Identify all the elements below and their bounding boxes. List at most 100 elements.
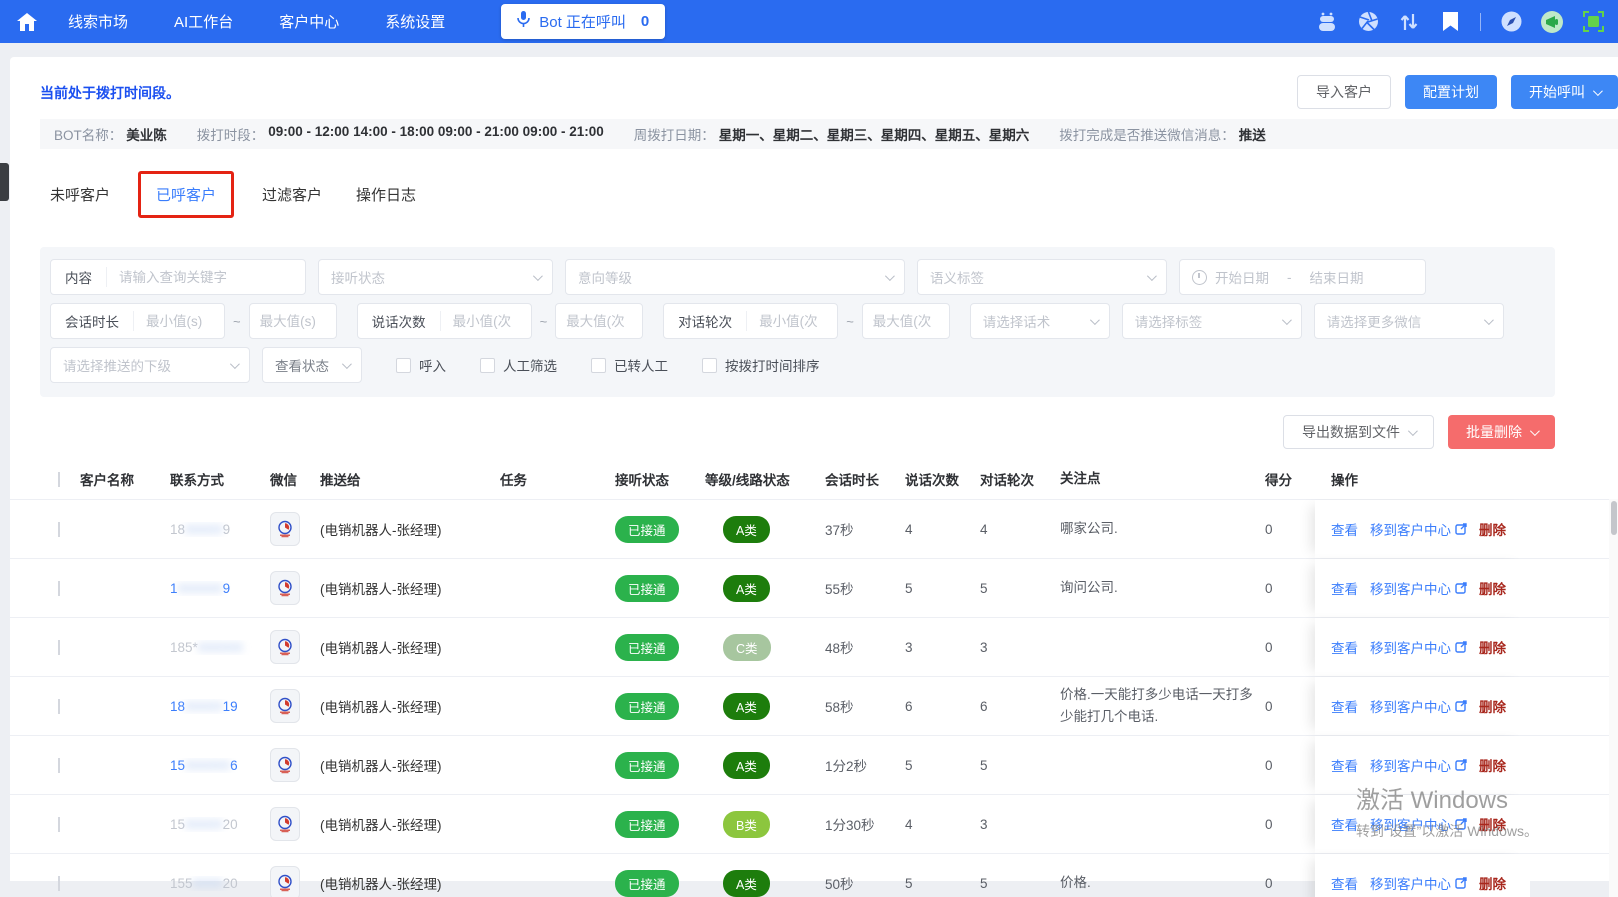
action-view[interactable]: 查看 bbox=[1331, 873, 1358, 893]
row-checkbox[interactable] bbox=[58, 522, 60, 537]
action-view[interactable]: 查看 bbox=[1331, 578, 1358, 598]
phone-link[interactable]: 185*888888 bbox=[170, 640, 243, 655]
action-delete[interactable]: 删除 bbox=[1479, 873, 1506, 893]
action-move[interactable]: 移到客户中心 bbox=[1370, 755, 1467, 775]
phone-link[interactable]: 188888819 bbox=[170, 699, 238, 714]
configure-plan-button[interactable]: 配置计划 bbox=[1405, 75, 1497, 109]
import-customers-button[interactable]: 导入客户 bbox=[1297, 75, 1391, 109]
row-checkbox[interactable] bbox=[58, 817, 60, 832]
wechat-app-icon[interactable] bbox=[270, 630, 300, 664]
action-move-label: 移到客户中心 bbox=[1370, 578, 1451, 598]
scrollbar-thumb[interactable] bbox=[1611, 501, 1617, 535]
tab-uncalled-customers[interactable]: 未呼客户 bbox=[50, 184, 110, 205]
duration-min-input[interactable] bbox=[134, 304, 224, 338]
semantic-tag-select[interactable]: 语义标签 bbox=[917, 259, 1167, 295]
phone-link[interactable]: 18888889 bbox=[170, 581, 230, 596]
action-view[interactable]: 查看 bbox=[1331, 814, 1358, 834]
action-move[interactable]: 移到客户中心 bbox=[1370, 578, 1467, 598]
subordinate-select[interactable]: 请选择推送的下级 bbox=[50, 347, 250, 383]
row-checkbox[interactable] bbox=[58, 876, 60, 891]
view-status-select[interactable]: 查看状态 bbox=[262, 347, 362, 383]
action-delete[interactable]: 删除 bbox=[1479, 814, 1506, 834]
row-checkbox[interactable] bbox=[58, 699, 60, 714]
action-delete[interactable]: 删除 bbox=[1479, 578, 1506, 598]
bookmark-icon[interactable] bbox=[1439, 11, 1461, 33]
wechat-app-icon[interactable] bbox=[270, 571, 300, 605]
tab-called-customers[interactable]: 已呼客户 bbox=[156, 187, 216, 204]
intent-level-select[interactable]: 意向等级 bbox=[565, 259, 905, 295]
duration-label: 会话时长 bbox=[51, 311, 134, 331]
action-view[interactable]: 查看 bbox=[1331, 519, 1358, 539]
dialog-rounds-label: 对话轮次 bbox=[664, 311, 747, 331]
nav-item-leads[interactable]: 线索市场 bbox=[68, 11, 128, 32]
duration-cell: 50秒 bbox=[825, 873, 905, 893]
nav-right-icons bbox=[1316, 11, 1604, 33]
wechat-app-icon[interactable] bbox=[270, 689, 300, 723]
script-select[interactable]: 请选择话术 bbox=[970, 303, 1110, 339]
promo-icon[interactable] bbox=[1541, 11, 1563, 33]
wechat-app-icon[interactable] bbox=[270, 748, 300, 782]
compass-icon[interactable] bbox=[1500, 11, 1522, 33]
phone-link[interactable]: 155888820 bbox=[170, 876, 238, 891]
date-range-picker[interactable]: 开始日期 - 结束日期 bbox=[1179, 259, 1426, 295]
tag-select[interactable]: 请选择标签 bbox=[1122, 303, 1302, 339]
listen-status-badge: 已接通 bbox=[615, 693, 679, 720]
action-view[interactable]: 查看 bbox=[1331, 637, 1358, 657]
table-scrollbar[interactable] bbox=[1609, 499, 1618, 897]
aperture-icon[interactable] bbox=[1357, 11, 1379, 33]
keyword-input[interactable] bbox=[107, 260, 305, 294]
phone-link[interactable]: 158888886 bbox=[170, 758, 238, 773]
home-icon[interactable] bbox=[14, 13, 40, 31]
start-call-button[interactable]: 开始呼叫 bbox=[1511, 75, 1618, 109]
export-data-button[interactable]: 导出数据到文件 bbox=[1283, 415, 1434, 449]
action-move[interactable]: 移到客户中心 bbox=[1370, 519, 1467, 539]
robot-icon[interactable] bbox=[1316, 11, 1338, 33]
left-drawer-handle[interactable] bbox=[0, 163, 9, 201]
action-move[interactable]: 移到客户中心 bbox=[1370, 814, 1467, 834]
sort-arrows-icon[interactable] bbox=[1398, 11, 1420, 33]
talk-count-min-input[interactable] bbox=[441, 304, 531, 338]
checkbox-transferred[interactable]: 已转人工 bbox=[591, 355, 668, 375]
wechat-app-icon[interactable] bbox=[270, 512, 300, 546]
action-delete[interactable]: 删除 bbox=[1479, 519, 1506, 539]
dialog-rounds-min-input[interactable] bbox=[747, 304, 837, 338]
action-view[interactable]: 查看 bbox=[1331, 755, 1358, 775]
dialog-rounds-max-input[interactable] bbox=[863, 304, 949, 338]
checkbox-inbound[interactable]: 呼入 bbox=[396, 355, 446, 375]
action-delete[interactable]: 删除 bbox=[1479, 755, 1506, 775]
action-move[interactable]: 移到客户中心 bbox=[1370, 696, 1467, 716]
listen-status-select[interactable]: 接听状态 bbox=[318, 259, 553, 295]
screenshot-icon[interactable] bbox=[1582, 11, 1604, 33]
duration-max-input[interactable] bbox=[250, 304, 336, 338]
external-link-icon bbox=[1455, 877, 1467, 889]
action-view[interactable]: 查看 bbox=[1331, 696, 1358, 716]
nav-item-system-settings[interactable]: 系统设置 bbox=[385, 11, 445, 32]
tab-operation-log[interactable]: 操作日志 bbox=[356, 184, 416, 205]
action-move[interactable]: 移到客户中心 bbox=[1370, 873, 1467, 893]
action-delete[interactable]: 删除 bbox=[1479, 696, 1506, 716]
action-move[interactable]: 移到客户中心 bbox=[1370, 637, 1467, 657]
row-checkbox[interactable] bbox=[58, 640, 60, 655]
main-panel: 当前处于拨打时间段。 导入客户 配置计划 开始呼叫 BOT名称：美业陈 拨打时段… bbox=[10, 57, 1618, 881]
masked-digits: 888888 bbox=[198, 640, 243, 655]
bot-calling-pill[interactable]: Bot 正在呼叫 0 bbox=[501, 4, 665, 39]
select-all-checkbox[interactable] bbox=[58, 472, 60, 487]
row-checkbox[interactable] bbox=[58, 581, 60, 596]
phone-link[interactable]: 158888820 bbox=[170, 817, 238, 832]
tab-filtered-customers[interactable]: 过滤客户 bbox=[262, 184, 322, 205]
wechat-app-icon[interactable] bbox=[270, 866, 300, 897]
bot-calling-label: Bot 正在呼叫 bbox=[539, 11, 626, 32]
checkbox-manual-filter[interactable]: 人工筛选 bbox=[480, 355, 557, 375]
batch-delete-button[interactable]: 批量删除 bbox=[1448, 415, 1555, 449]
talk-count-max-input[interactable] bbox=[556, 304, 642, 338]
wechat-app-icon[interactable] bbox=[270, 807, 300, 841]
more-wechat-select[interactable]: 请选择更多微信 bbox=[1314, 303, 1504, 339]
chevron-down-icon bbox=[230, 359, 240, 369]
filter-panel: 内容 接听状态 意向等级 语义标签 开始日期 - 结束日期 会话时长 bbox=[40, 247, 1555, 397]
action-delete[interactable]: 删除 bbox=[1479, 637, 1506, 657]
nav-item-customer-center[interactable]: 客户中心 bbox=[279, 11, 339, 32]
checkbox-sort-by-dial-time[interactable]: 按拨打时间排序 bbox=[702, 355, 820, 375]
row-checkbox[interactable] bbox=[58, 758, 60, 773]
phone-link[interactable]: 18888889 bbox=[170, 522, 230, 537]
nav-item-ai-workbench[interactable]: AI工作台 bbox=[174, 11, 233, 32]
